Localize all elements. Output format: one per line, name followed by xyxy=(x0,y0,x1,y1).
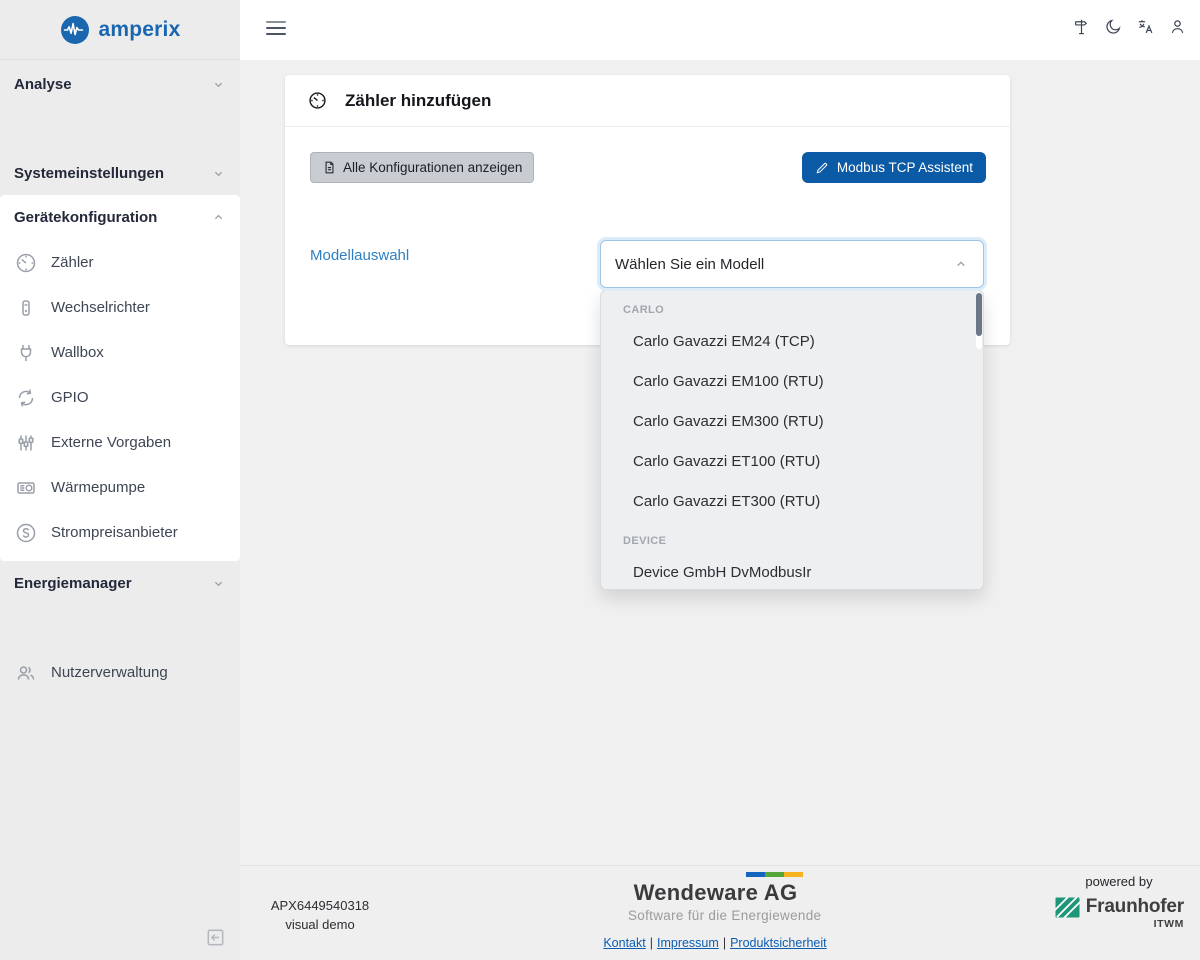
pencil-icon xyxy=(816,162,828,173)
card-header: Zähler hinzufügen xyxy=(285,75,1010,127)
sidebar-group-analyse[interactable]: Analyse xyxy=(0,62,240,106)
partner-name: Fraunhofer xyxy=(1085,896,1184,917)
collapse-sidebar-icon[interactable] xyxy=(204,926,227,949)
dark-mode-icon[interactable] xyxy=(1104,17,1123,36)
sidebar-nav: Analyse Systemeinstellungen Gerätekonfig… xyxy=(0,60,240,695)
sidebar-item-label: Nutzerverwaltung xyxy=(51,664,168,681)
device-info: APX6449540318 visual demo xyxy=(254,896,386,934)
company-tagline: Software für die Energiewende xyxy=(628,908,822,923)
sidebar-item-wechselrichter[interactable]: Wechselrichter xyxy=(0,285,240,330)
sidebar-item-label: Externe Vorgaben xyxy=(51,434,172,451)
sidebar-group-systemeinstellungen[interactable]: Systemeinstellungen xyxy=(0,151,240,195)
sidebar-item-wallbox[interactable]: Wallbox xyxy=(0,330,240,375)
sidebar-item-waermepumpe[interactable]: Wärmepumpe xyxy=(0,465,240,510)
company-branding: Wendeware AG Software für die Energiewen… xyxy=(628,872,822,923)
dropdown-group-label: DEVICE xyxy=(623,535,667,547)
scrollbar-thumb[interactable] xyxy=(976,293,982,336)
separator: | xyxy=(649,936,653,950)
dropdown-option[interactable]: Carlo Gavazzi EM24 (TCP) xyxy=(601,322,983,362)
footer: APX6449540318 visual demo Wendeware AG S… xyxy=(240,865,1200,960)
brand-name: amperix xyxy=(98,17,181,41)
heatpump-icon xyxy=(17,481,35,494)
meter-icon xyxy=(309,92,326,109)
brand-logo[interactable]: amperix xyxy=(0,0,240,60)
link-impressum[interactable]: Impressum xyxy=(657,936,719,950)
dropdown-option[interactable]: Carlo Gavazzi EM300 (RTU) xyxy=(601,402,983,442)
modbus-tcp-assistant-button[interactable]: Modbus TCP Assistent xyxy=(801,152,986,183)
button-label: Modbus TCP Assistent xyxy=(836,160,973,175)
device-id: APX6449540318 xyxy=(270,898,370,913)
topbar xyxy=(240,0,1200,60)
model-select-label: Modellauswahl xyxy=(310,247,410,264)
dropdown-option[interactable]: Device GmbH DvModbusIr xyxy=(601,553,983,589)
chevron-down-icon xyxy=(214,171,223,176)
fraunhofer-logo-icon xyxy=(1055,897,1080,917)
sidebar-item-label: Wechselrichter xyxy=(51,299,150,316)
sidebar-group-geraetekonfiguration[interactable]: Gerätekonfiguration xyxy=(0,195,240,240)
plug-icon xyxy=(20,344,32,361)
sliders-icon xyxy=(18,435,34,450)
dropdown-option[interactable]: Carlo Gavazzi ET300 (RTU) xyxy=(601,482,983,522)
account-icon[interactable] xyxy=(1168,17,1187,36)
dropdown-option[interactable]: Carlo Gavazzi EM100 (RTU) xyxy=(601,362,983,402)
group-label: Analyse xyxy=(14,75,72,93)
signpost-icon[interactable] xyxy=(1072,17,1091,36)
dropdown-option[interactable]: Carlo Gavazzi ET100 (RTU) xyxy=(601,442,983,482)
company-name: Wendeware AG xyxy=(633,880,798,905)
separator: | xyxy=(722,936,727,950)
group-label: Systemeinstellungen xyxy=(14,164,165,182)
sidebar-item-label: Strompreisanbieter xyxy=(51,524,178,541)
page-title: Zähler hinzufügen xyxy=(345,90,492,110)
meter-icon xyxy=(16,253,36,272)
powered-by-block: powered by Fraunhofer ITWM xyxy=(1054,874,1184,930)
sidebar-item-label: Wallbox xyxy=(51,344,104,361)
sidebar-expanded-panel: Gerätekonfiguration Zähler Wechselrichte… xyxy=(0,195,240,561)
link-kontakt[interactable]: Kontakt xyxy=(603,936,645,950)
group-label: Energiemanager xyxy=(14,574,132,592)
group-label: Gerätekonfiguration xyxy=(14,209,158,226)
menu-icon[interactable] xyxy=(266,21,286,38)
topbar-actions xyxy=(1072,17,1187,36)
sidebar-item-label: Zähler xyxy=(51,254,94,271)
sidebar-item-externe-vorgaben[interactable]: Externe Vorgaben xyxy=(0,420,240,465)
powered-by-label: powered by xyxy=(1085,874,1153,889)
model-select[interactable]: Wählen Sie ein Modell xyxy=(600,240,984,288)
sidebar-item-zaehler[interactable]: Zähler xyxy=(0,240,240,285)
select-value: Wählen Sie ein Modell xyxy=(615,255,765,273)
gpio-icon xyxy=(18,388,34,407)
chevron-down-icon xyxy=(214,581,223,586)
inverter-icon xyxy=(22,299,30,316)
sidebar-item-gpio[interactable]: GPIO xyxy=(0,375,240,420)
partner-institute: ITWM xyxy=(1153,918,1184,930)
sidebar: amperix Analyse Systemeinstellungen Gerä… xyxy=(0,0,240,960)
chevron-down-icon xyxy=(214,82,223,87)
sidebar-group-energiemanager[interactable]: Energiemanager xyxy=(0,561,240,605)
price-icon xyxy=(16,523,36,542)
show-all-configurations-button[interactable]: Alle Konfigurationen anzeigen xyxy=(310,152,535,183)
model-dropdown: CARLO Carlo Gavazzi EM24 (TCP) Carlo Gav… xyxy=(600,290,984,590)
translate-icon[interactable] xyxy=(1136,17,1155,36)
sidebar-item-strompreisanbieter[interactable]: Strompreisanbieter xyxy=(0,510,240,555)
sidebar-item-nutzerverwaltung[interactable]: Nutzerverwaltung xyxy=(0,650,240,695)
footer-links: Kontakt | Impressum | Produktsicherheit xyxy=(565,936,865,950)
users-icon xyxy=(17,665,35,680)
brand-color-bar xyxy=(746,872,803,877)
button-label: Alle Konfigurationen anzeigen xyxy=(343,160,523,175)
sidebar-item-label: GPIO xyxy=(51,389,89,406)
document-icon xyxy=(325,161,334,174)
link-produktsicherheit[interactable]: Produktsicherheit xyxy=(730,936,827,950)
sidebar-item-label: Wärmepumpe xyxy=(51,479,146,496)
amperix-logo-icon xyxy=(60,15,89,44)
chevron-up-icon xyxy=(214,214,223,220)
device-mode: visual demo xyxy=(285,917,355,932)
dropdown-group-label: CARLO xyxy=(623,304,665,316)
chevron-up-icon xyxy=(957,261,965,267)
